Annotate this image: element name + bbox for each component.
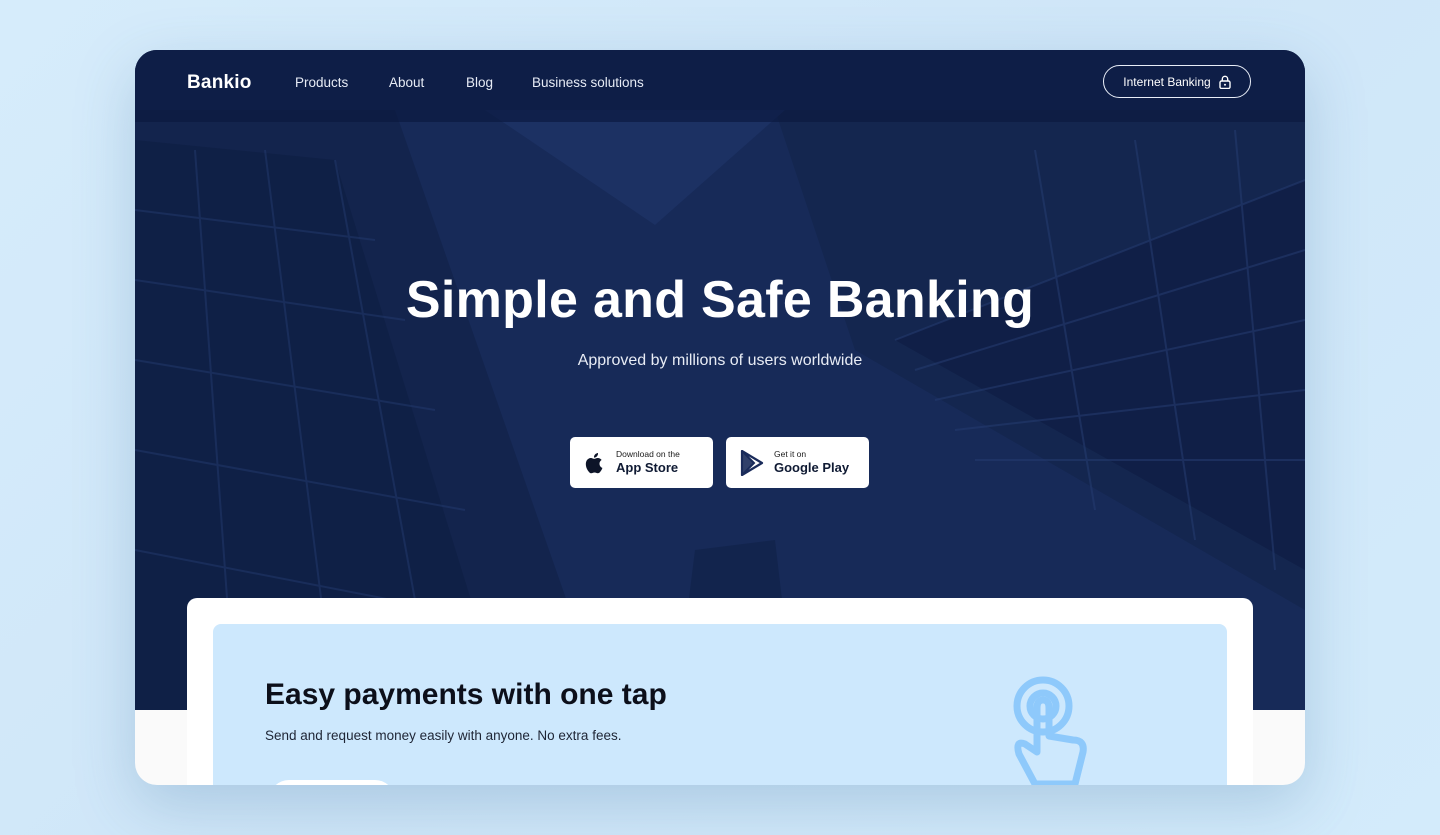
nav-link-business-solutions[interactable]: Business solutions [532,75,644,90]
feature-cta-button[interactable] [269,780,395,785]
browser-window: Bankio Products About Blog Business solu… [135,50,1305,785]
google-play-small-label: Get it on [774,449,807,460]
lock-icon [1219,75,1231,89]
internet-banking-label: Internet Banking [1123,74,1211,89]
nav-link-blog[interactable]: Blog [466,75,493,90]
feature-card: Easy payments with one tap Send and requ… [187,598,1253,785]
app-store-big-label: App Store [616,459,679,475]
feature-card-panel: Easy payments with one tap Send and requ… [213,624,1227,785]
google-play-big-label: Google Play [774,459,850,475]
app-store-small-label: Download on the [616,449,680,460]
top-nav: Bankio Products About Blog Business solu… [135,50,1305,122]
internet-banking-button[interactable]: Internet Banking [1103,65,1251,98]
nav-link-about[interactable]: About [389,75,424,90]
google-play-button[interactable]: Get it on Google Play [726,437,869,488]
apple-icon [585,452,603,473]
feature-title: Easy payments with one tap [265,678,667,711]
hero-title: Simple and Safe Banking [405,271,1035,329]
google-play-icon [740,449,764,476]
nav-link-products[interactable]: Products [295,75,348,90]
feature-subtitle: Send and request money easily with anyon… [265,728,622,743]
app-store-button[interactable]: Download on the App Store [570,437,713,488]
logo[interactable]: Bankio [187,72,252,94]
tap-icon [1013,676,1087,785]
hero-subtitle: Approved by millions of users worldwide [577,352,863,369]
